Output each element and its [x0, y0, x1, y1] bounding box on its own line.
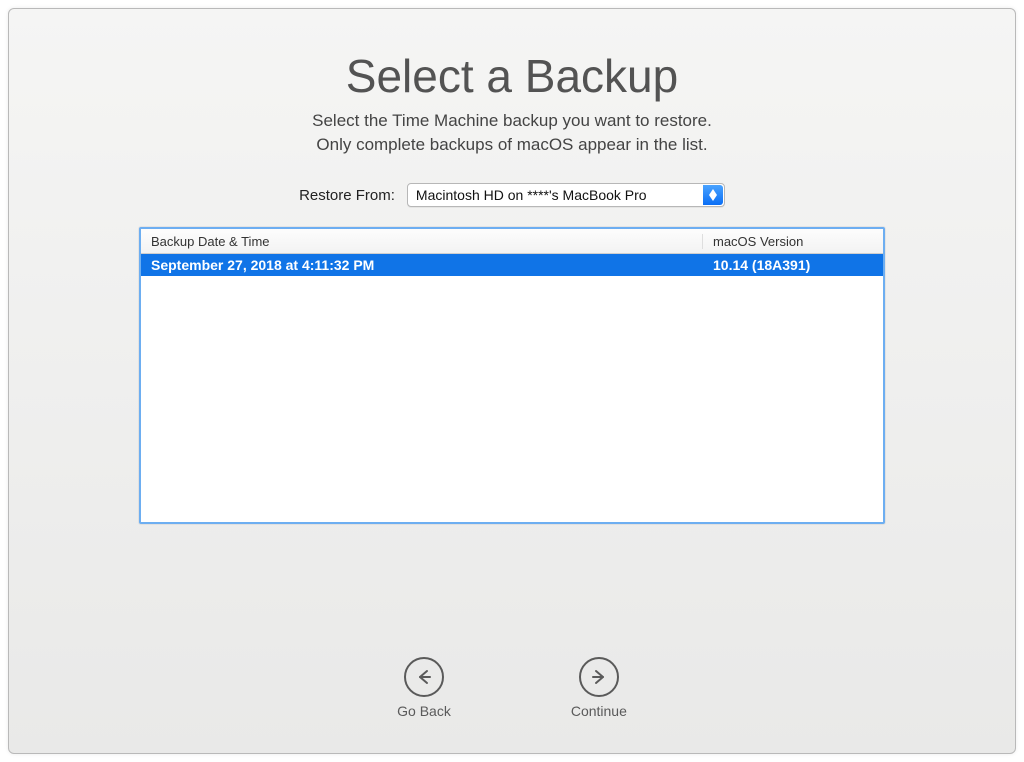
- page-subtitle: Select the Time Machine backup you want …: [9, 109, 1015, 157]
- page-title: Select a Backup: [9, 49, 1015, 103]
- bottom-nav: Go Back Continue: [9, 657, 1015, 719]
- dropdown-stepper-icon: [703, 185, 723, 205]
- table-body[interactable]: September 27, 2018 at 4:11:32 PM 10.14 (…: [141, 254, 883, 522]
- column-header-date[interactable]: Backup Date & Time: [141, 234, 703, 249]
- restore-from-dropdown[interactable]: Macintosh HD on ****'s MacBook Pro: [407, 183, 725, 207]
- column-header-version[interactable]: macOS Version: [703, 234, 883, 249]
- subtitle-line-1: Select the Time Machine backup you want …: [312, 111, 712, 130]
- continue-label: Continue: [571, 703, 627, 719]
- back-arrow-icon: [404, 657, 444, 697]
- subtitle-line-2: Only complete backups of macOS appear in…: [316, 135, 707, 154]
- table-header: Backup Date & Time macOS Version: [141, 229, 883, 254]
- go-back-button[interactable]: Go Back: [397, 657, 451, 719]
- row-version: 10.14 (18A391): [703, 257, 883, 273]
- restore-from-label: Restore From:: [299, 187, 395, 204]
- forward-arrow-icon: [579, 657, 619, 697]
- main-panel: Select a Backup Select the Time Machine …: [8, 8, 1016, 754]
- row-date: September 27, 2018 at 4:11:32 PM: [141, 257, 703, 273]
- continue-button[interactable]: Continue: [571, 657, 627, 719]
- restore-from-value: Macintosh HD on ****'s MacBook Pro: [416, 187, 647, 203]
- table-row[interactable]: September 27, 2018 at 4:11:32 PM 10.14 (…: [141, 254, 883, 276]
- go-back-label: Go Back: [397, 703, 451, 719]
- restore-from-row: Restore From: Macintosh HD on ****'s Mac…: [9, 183, 1015, 207]
- backup-table: Backup Date & Time macOS Version Septemb…: [139, 227, 885, 524]
- window-frame: Select a Backup Select the Time Machine …: [0, 0, 1024, 762]
